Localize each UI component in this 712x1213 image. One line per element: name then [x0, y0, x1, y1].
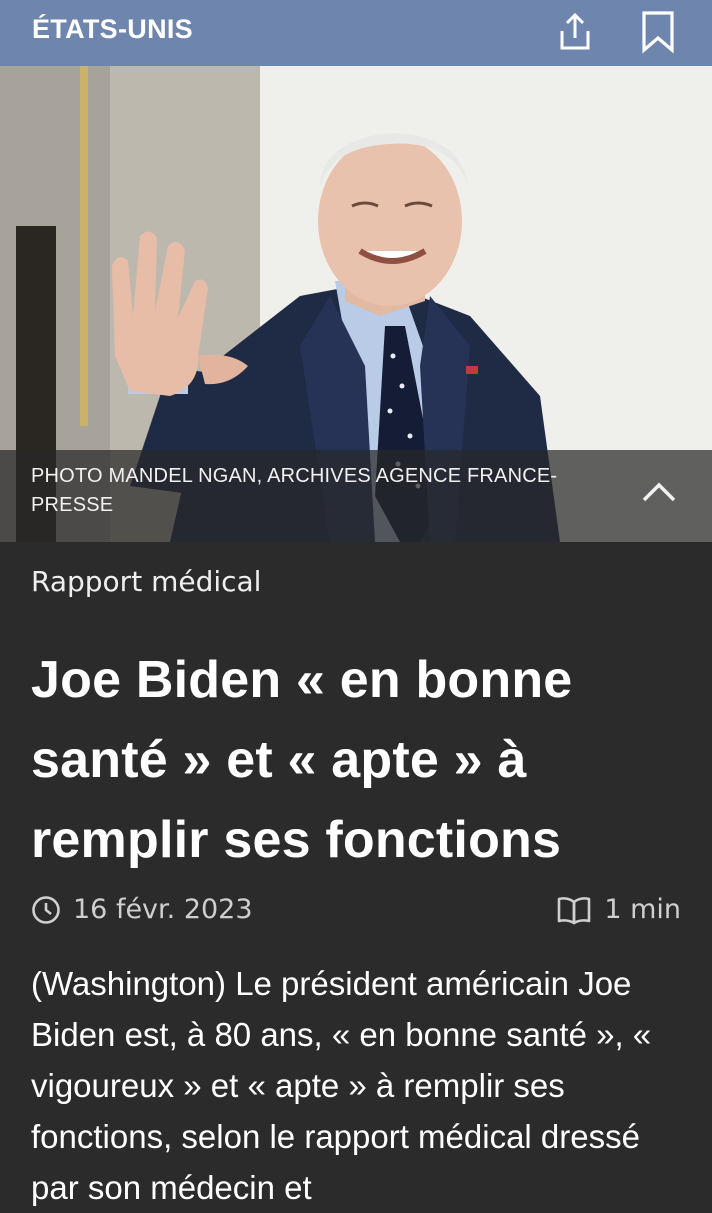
publish-date: 16 févr. 2023 [31, 894, 253, 925]
article-lede: (Washington) Le président américain Joe … [31, 965, 652, 1206]
date-text: 16 févr. 2023 [73, 894, 253, 925]
article-kicker: Rapport médical [31, 565, 262, 598]
bookmark-icon[interactable] [636, 10, 680, 54]
read-time-text: 1 min [604, 894, 681, 925]
article-title: Joe Biden « en bonne santé » et « apte »… [31, 651, 573, 869]
photo-caption: PHOTO MANDEL NGAN, ARCHIVES AGENCE FRANC… [31, 465, 558, 516]
section-title[interactable]: ÉTATS-UNIS [32, 14, 193, 45]
clock-icon [32, 895, 60, 924]
top-bar: ÉTATS-UNIS [0, 0, 712, 66]
chevron-up-icon[interactable] [636, 472, 682, 512]
open-book-icon [558, 896, 591, 924]
article-meta: 16 févr. 2023 1 min [31, 894, 681, 934]
read-time: 1 min [556, 894, 681, 925]
share-icon[interactable] [553, 10, 597, 54]
